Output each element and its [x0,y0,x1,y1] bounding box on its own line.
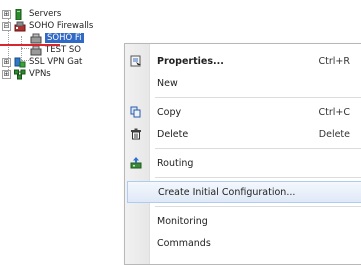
properties-icon [130,55,142,67]
menu-item-commands[interactable]: Commands [125,232,361,254]
menu-item-label: Commands [157,237,211,249]
menu-item-shortcut: Delete [318,128,350,140]
menu-item-label: Properties... [157,55,224,67]
firewall-group-icon [14,21,26,32]
firewall-icon [30,33,42,44]
menu-item-label: Create Initial Configuration... [158,186,296,198]
callout-line [0,44,60,46]
menu-item-new[interactable]: New [125,72,361,94]
context-menu: Properties... Ctrl+R New Copy Ctrl+C Del… [124,43,361,265]
menu-item-create-initial-configuration[interactable]: Create Initial Configuration... [127,181,361,203]
menu-item-properties[interactable]: Properties... Ctrl+R [125,50,361,72]
ssl-vpn-gateway-icon [14,57,26,68]
vpn-icon [14,69,26,80]
menu-item-routing[interactable]: Routing [125,152,361,174]
tree-node-label: SSL VPN Gat [29,57,83,67]
tree-node-label: Servers [29,9,62,19]
menu-item-copy[interactable]: Copy Ctrl+C [125,101,361,123]
menu-separator [155,148,361,149]
expand-icon[interactable]: ⊞ [2,69,11,79]
tree-node-ssl-vpn-gateway[interactable]: ⊞ SSL VPN Gat [2,56,82,68]
tree-node-label: SOHO Firewalls [29,21,94,31]
tree-node-label: VPNs [29,69,51,79]
firewall-icon [30,45,42,56]
menu-item-label: Routing [157,157,194,169]
tree-node-label: TEST SO [45,45,81,55]
menu-separator [155,206,361,207]
routing-icon [130,157,142,169]
server-icon [14,8,25,20]
tree-connector [21,48,29,49]
delete-icon [130,128,142,140]
menu-item-label: Delete [157,128,189,140]
collapse-icon[interactable]: ⊟ [2,21,11,31]
menu-item-shortcut: Ctrl+R [318,55,350,67]
menu-item-shortcut: Ctrl+C [318,106,351,118]
menu-separator [155,97,361,98]
copy-icon [130,106,142,118]
expand-icon[interactable]: ⊞ [2,9,11,19]
menu-item-label: Monitoring [157,215,208,227]
menu-item-delete[interactable]: Delete Delete [125,123,361,145]
menu-item-label: New [157,77,178,89]
tree-node-soho-firewalls[interactable]: ⊟ SOHO Firewalls [2,20,93,32]
expand-icon[interactable]: ⊞ [2,57,11,67]
tree-node-soho-fi[interactable]: SOHO Fi [30,32,84,44]
menu-separator [155,177,361,178]
menu-item-monitoring[interactable]: Monitoring [125,210,361,232]
tree-node-servers[interactable]: ⊞ Servers [2,8,61,20]
tree-node-label: SOHO Fi [45,33,84,43]
menu-item-label: Copy [157,106,182,118]
tree-node-vpns[interactable]: ⊞ VPNs [2,68,51,80]
